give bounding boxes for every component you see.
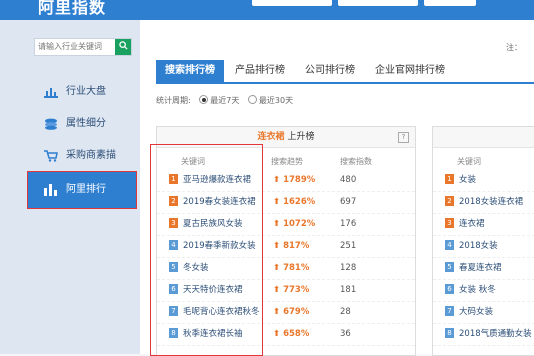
table-row[interactable]: 6 女装 秋冬 [433, 279, 534, 302]
help-icon[interactable]: ? [398, 132, 409, 143]
rank-badge: 4 [445, 240, 454, 250]
rank-badge: 3 [445, 218, 454, 228]
column-index: 搜索指数 [340, 157, 372, 166]
top-nav-button-3[interactable] [424, 0, 476, 6]
tab-product-ranking[interactable]: 产品排行榜 [228, 60, 292, 82]
table-row[interactable]: 8 2018气质通勤女装 [433, 323, 534, 346]
sidebar-item-content: 阿里排行 [44, 182, 134, 198]
trend-text: 1626% [283, 197, 316, 207]
trend-value: ⬆ 781% [273, 263, 310, 273]
sidebar-item-label: 阿里排行 [66, 184, 106, 195]
index-value: 697 [340, 197, 357, 207]
period-selector: 统计周期: 最近7天 最近30天 [156, 95, 293, 106]
cart-icon [44, 150, 58, 162]
search-input[interactable] [37, 40, 113, 52]
sidebar-item-label: 行业大盘 [66, 86, 106, 97]
industry-search [34, 38, 132, 56]
hot-ranking-panel: 关键词 1 女装 2 2018女装连衣裙 3 连衣裙 4 2018女装 5 春夏连衣裙 6… [432, 126, 534, 356]
table-row[interactable]: 7 大码女装 [433, 301, 534, 324]
panel-category[interactable]: 连衣裙 [258, 132, 285, 142]
trend-text: 658% [283, 329, 310, 339]
keyword-link[interactable]: 大码女装 [459, 301, 493, 323]
trend-text: 781% [283, 263, 310, 273]
search-button[interactable] [115, 39, 131, 55]
trend-value: ⬆ 679% [273, 307, 310, 317]
keyword-link[interactable]: 2018女装 [459, 235, 498, 257]
index-value: 176 [340, 219, 357, 229]
rank-badge: 2 [445, 196, 454, 206]
option-30days[interactable]: 最近30天 [259, 96, 293, 105]
keyword-link[interactable]: 连衣裙 [459, 213, 485, 235]
sidebar-item-label: 采购商素描 [66, 150, 116, 161]
trend-text: 1789% [283, 175, 316, 185]
top-header: 阿里指数 [0, 0, 534, 20]
search-icon [118, 41, 128, 50]
site-logo[interactable]: 阿里指数 [38, 0, 106, 18]
rank-badge: 1 [445, 174, 454, 184]
trend-text: 679% [283, 307, 310, 317]
index-value: 128 [340, 263, 357, 273]
radio-30days[interactable] [247, 95, 257, 104]
sidebar-item-buyers[interactable]: 采购商素描 [44, 148, 134, 164]
table-row[interactable]: 1 女装 [433, 169, 534, 192]
table-row[interactable]: 2 2018女装连衣裙 [433, 191, 534, 214]
keyword-link[interactable]: 女装 秋冬 [459, 279, 496, 301]
keyword-highlight-box [150, 144, 263, 356]
layers-icon [45, 118, 57, 130]
keyword-link[interactable]: 女装 [459, 169, 476, 191]
trend-value: ⬆ 817% [273, 241, 310, 251]
top-nav-button-1[interactable] [252, 0, 332, 6]
trend-value: ⬆ 1626% [273, 197, 316, 207]
rank-badge: 7 [445, 306, 454, 316]
index-value: 181 [340, 285, 357, 295]
ranking-tabs: 搜索排行榜 产品排行榜 公司排行榜 企业官网排行榜 [156, 60, 534, 84]
keyword-link[interactable]: 2018气质通勤女装 [459, 323, 532, 345]
column-keyword: 关键词 [457, 157, 481, 166]
keyword-link[interactable]: 2018女装连衣裙 [459, 191, 523, 213]
panel-header [433, 127, 534, 148]
index-value: 28 [340, 307, 351, 317]
note-text: 注： [506, 43, 522, 52]
sidebar-item-attributes[interactable]: 属性细分 [44, 116, 134, 132]
table-row[interactable]: 4 2018女装 [433, 235, 534, 258]
tab-website-ranking[interactable]: 企业官网排行榜 [368, 60, 452, 82]
index-value: 480 [340, 175, 357, 185]
rank-badge: 8 [445, 328, 454, 338]
sidebar-item-ranking[interactable]: 阿里排行 [27, 171, 137, 209]
trend-value: ⬆ 1789% [273, 175, 316, 185]
rank-badge: 6 [445, 284, 454, 294]
bar-chart-icon [44, 184, 57, 196]
keyword-link[interactable]: 春夏连衣裙 [459, 257, 502, 279]
tab-search-ranking[interactable]: 搜索排行榜 [156, 60, 224, 82]
sidebar-item-industry[interactable]: 行业大盘 [44, 84, 134, 100]
trend-text: 1072% [283, 219, 316, 229]
rank-badge: 5 [445, 262, 454, 272]
top-nav-button-2[interactable] [338, 0, 418, 6]
index-value: 251 [340, 241, 357, 251]
tab-company-ranking[interactable]: 公司排行榜 [298, 60, 362, 82]
option-7days[interactable]: 最近7天 [210, 96, 239, 105]
radio-7days[interactable] [199, 95, 209, 104]
chart-icon [44, 88, 58, 98]
trend-value: ⬆ 1072% [273, 219, 316, 229]
table-row[interactable]: 5 春夏连衣裙 [433, 257, 534, 280]
table-row[interactable]: 3 连衣裙 [433, 213, 534, 236]
panel-title: 上升榜 [287, 132, 315, 142]
trend-value: ⬆ 773% [273, 285, 310, 295]
trend-text: 817% [283, 241, 310, 251]
trend-text: 773% [283, 285, 310, 295]
period-label: 统计周期: [156, 96, 191, 105]
column-trend: 搜索趋势 [271, 157, 303, 166]
sidebar-item-label: 属性细分 [66, 118, 106, 129]
index-value: 36 [340, 329, 351, 339]
trend-value: ⬆ 658% [273, 329, 310, 339]
